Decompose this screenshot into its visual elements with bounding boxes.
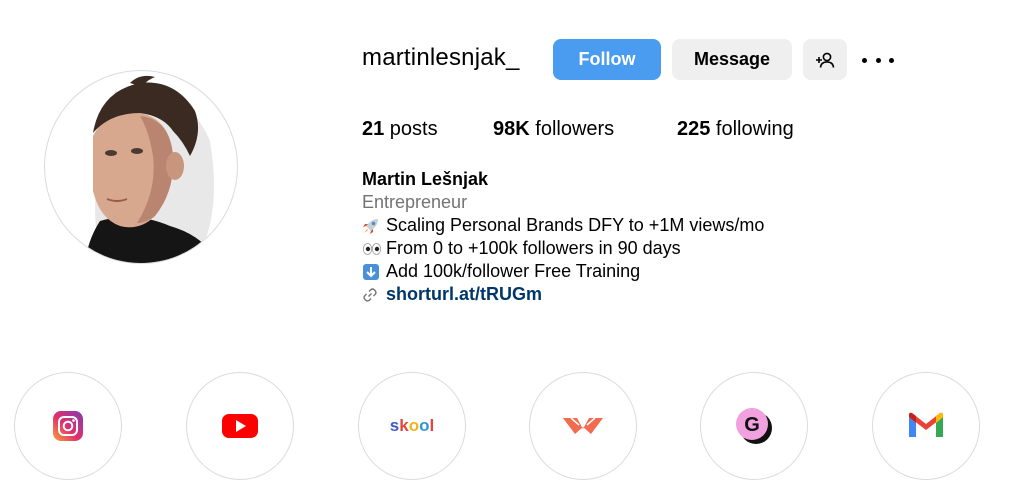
add-user-icon [816, 52, 835, 68]
eyes-emoji [362, 240, 382, 258]
followers-number: 98K [493, 118, 530, 140]
down-arrow-emoji [362, 263, 382, 281]
username: martinlesnjak_ [362, 44, 520, 71]
g-logo-icon: G [736, 408, 772, 444]
bio-line-text: Add 100k/follower Free Training [386, 261, 641, 281]
posts-label: posts [384, 118, 438, 140]
skool-logo: skool [389, 416, 435, 435]
gmail-icon [909, 412, 943, 437]
bio-link[interactable]: shorturl.at/tRUGm [362, 283, 764, 306]
bio-line-text: Scaling Personal Brands DFY to +1M views… [386, 215, 765, 235]
highlight-youtube[interactable] [186, 372, 294, 480]
full-name: Martin Lešnjak [362, 169, 489, 189]
following-count[interactable]: 225 following [677, 118, 794, 141]
bio-line-text: From 0 to +100k followers in 90 days [386, 238, 681, 258]
youtube-icon [222, 414, 258, 438]
followers-label: followers [529, 118, 615, 140]
dot [875, 57, 881, 63]
winged-logo-icon [563, 417, 603, 434]
bio-line: From 0 to +100k followers in 90 days [362, 237, 764, 260]
highlight-brand[interactable] [529, 372, 637, 480]
rocket-emoji [362, 217, 382, 235]
category-label: Entrepreneur [362, 192, 468, 212]
bio-link-text: shorturl.at/tRUGm [386, 284, 543, 304]
bio: Martin Lešnjak Entrepreneur Scaling Pers… [362, 168, 764, 306]
followers-count[interactable]: 98K followers [493, 118, 614, 141]
more-options-icon[interactable] [862, 48, 894, 72]
highlight-skool[interactable]: skool [358, 372, 466, 480]
dot [862, 57, 867, 63]
add-user-button[interactable] [803, 39, 847, 80]
profile-photo [85, 75, 219, 263]
highlight-gmail[interactable] [872, 372, 980, 480]
posts-number: 21 [362, 118, 385, 140]
message-button[interactable]: Message [672, 39, 792, 80]
follow-button[interactable]: Follow [553, 39, 661, 80]
following-label: following [710, 118, 794, 140]
following-number: 225 [677, 118, 711, 140]
link-icon [363, 287, 377, 302]
bio-line: Add 100k/follower Free Training [362, 260, 764, 283]
posts-count: 21 posts [362, 118, 438, 141]
bio-line: Scaling Personal Brands DFY to +1M views… [362, 214, 764, 237]
highlight-instagram[interactable] [14, 372, 122, 480]
highlight-g[interactable]: G [700, 372, 808, 480]
svg-text:G: G [744, 414, 760, 436]
profile-avatar[interactable] [44, 70, 238, 264]
instagram-icon [53, 411, 83, 441]
dot [889, 57, 894, 63]
